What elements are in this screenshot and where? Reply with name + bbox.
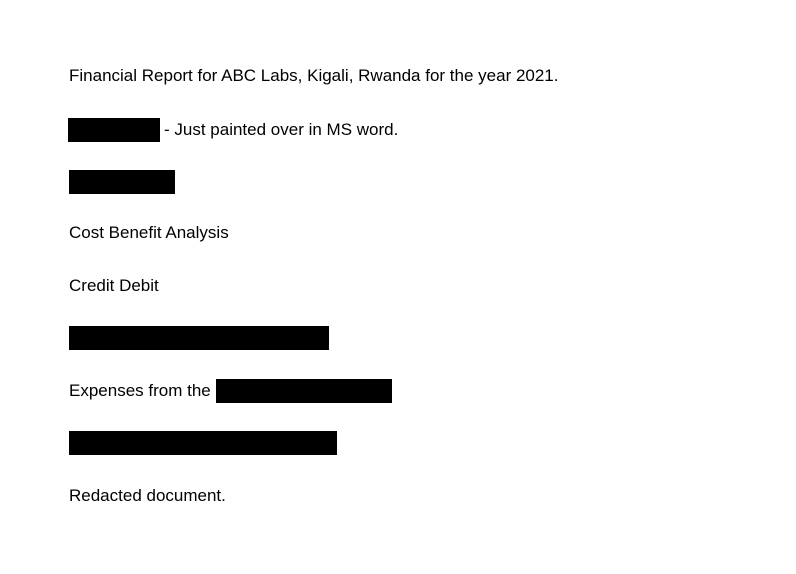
redaction-bar: [69, 326, 329, 350]
painted-over-line: - Just painted over in MS word.: [68, 118, 398, 142]
painted-note: - Just painted over in MS word.: [164, 120, 399, 139]
expenses-prefix: Expenses from the: [69, 381, 211, 400]
closing-line: Redacted document.: [69, 486, 226, 505]
redaction-bar: [215, 379, 392, 403]
redaction-bar: [69, 170, 175, 194]
redaction-bar: [69, 431, 337, 455]
report-title: Financial Report for ABC Labs, Kigali, R…: [69, 66, 559, 85]
section-heading: Cost Benefit Analysis: [69, 223, 229, 242]
credit-debit-line: Credit Debit: [69, 276, 159, 295]
expenses-line: Expenses from the: [69, 379, 392, 403]
redaction-bar: [68, 118, 160, 142]
document-page: Financial Report for ABC Labs, Kigali, R…: [0, 0, 796, 574]
